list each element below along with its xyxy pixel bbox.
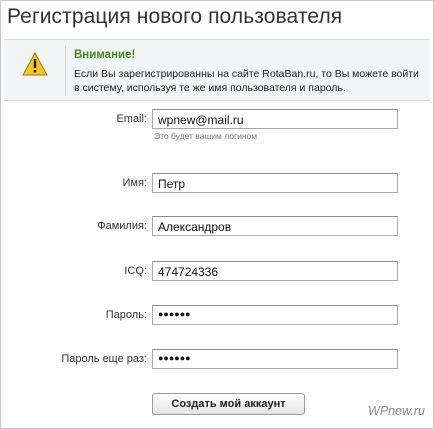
registration-panel: Регистрация нового пользователя Внимание… <box>0 0 434 429</box>
notice-divider <box>65 46 66 96</box>
notice-text: Если Вы зарегистрированны на сайте RotaB… <box>74 68 419 94</box>
password-repeat-field[interactable]: ●●●●●● <box>152 349 398 369</box>
notice-box: Внимание! Если Вы зарегистрированны на с… <box>4 39 430 101</box>
email-hint: Это будет вашим логином <box>154 131 258 141</box>
email-label: Email: <box>116 113 147 125</box>
notice-heading: Внимание! <box>74 49 136 61</box>
last-name-field[interactable]: Александров <box>152 216 398 236</box>
first-name-label: Имя: <box>122 177 147 189</box>
password-repeat-label: Пароль еще раз: <box>61 353 147 365</box>
first-name-field[interactable]: Петр <box>152 173 398 193</box>
warning-triangle-icon <box>22 51 48 76</box>
icq-label: ICQ: <box>124 265 147 277</box>
icq-field[interactable]: 474724336 <box>152 261 398 281</box>
password-field[interactable]: ●●●●●● <box>152 305 398 325</box>
page-title: Регистрация нового пользователя <box>7 5 343 28</box>
email-field[interactable]: wpnew@mail.ru <box>152 109 398 129</box>
password-label: Пароль: <box>105 309 147 321</box>
last-name-label: Фамилия: <box>97 220 147 232</box>
watermark: WPnew.ru <box>368 404 425 418</box>
create-account-button[interactable]: Создать мой аккаунт <box>152 393 305 415</box>
